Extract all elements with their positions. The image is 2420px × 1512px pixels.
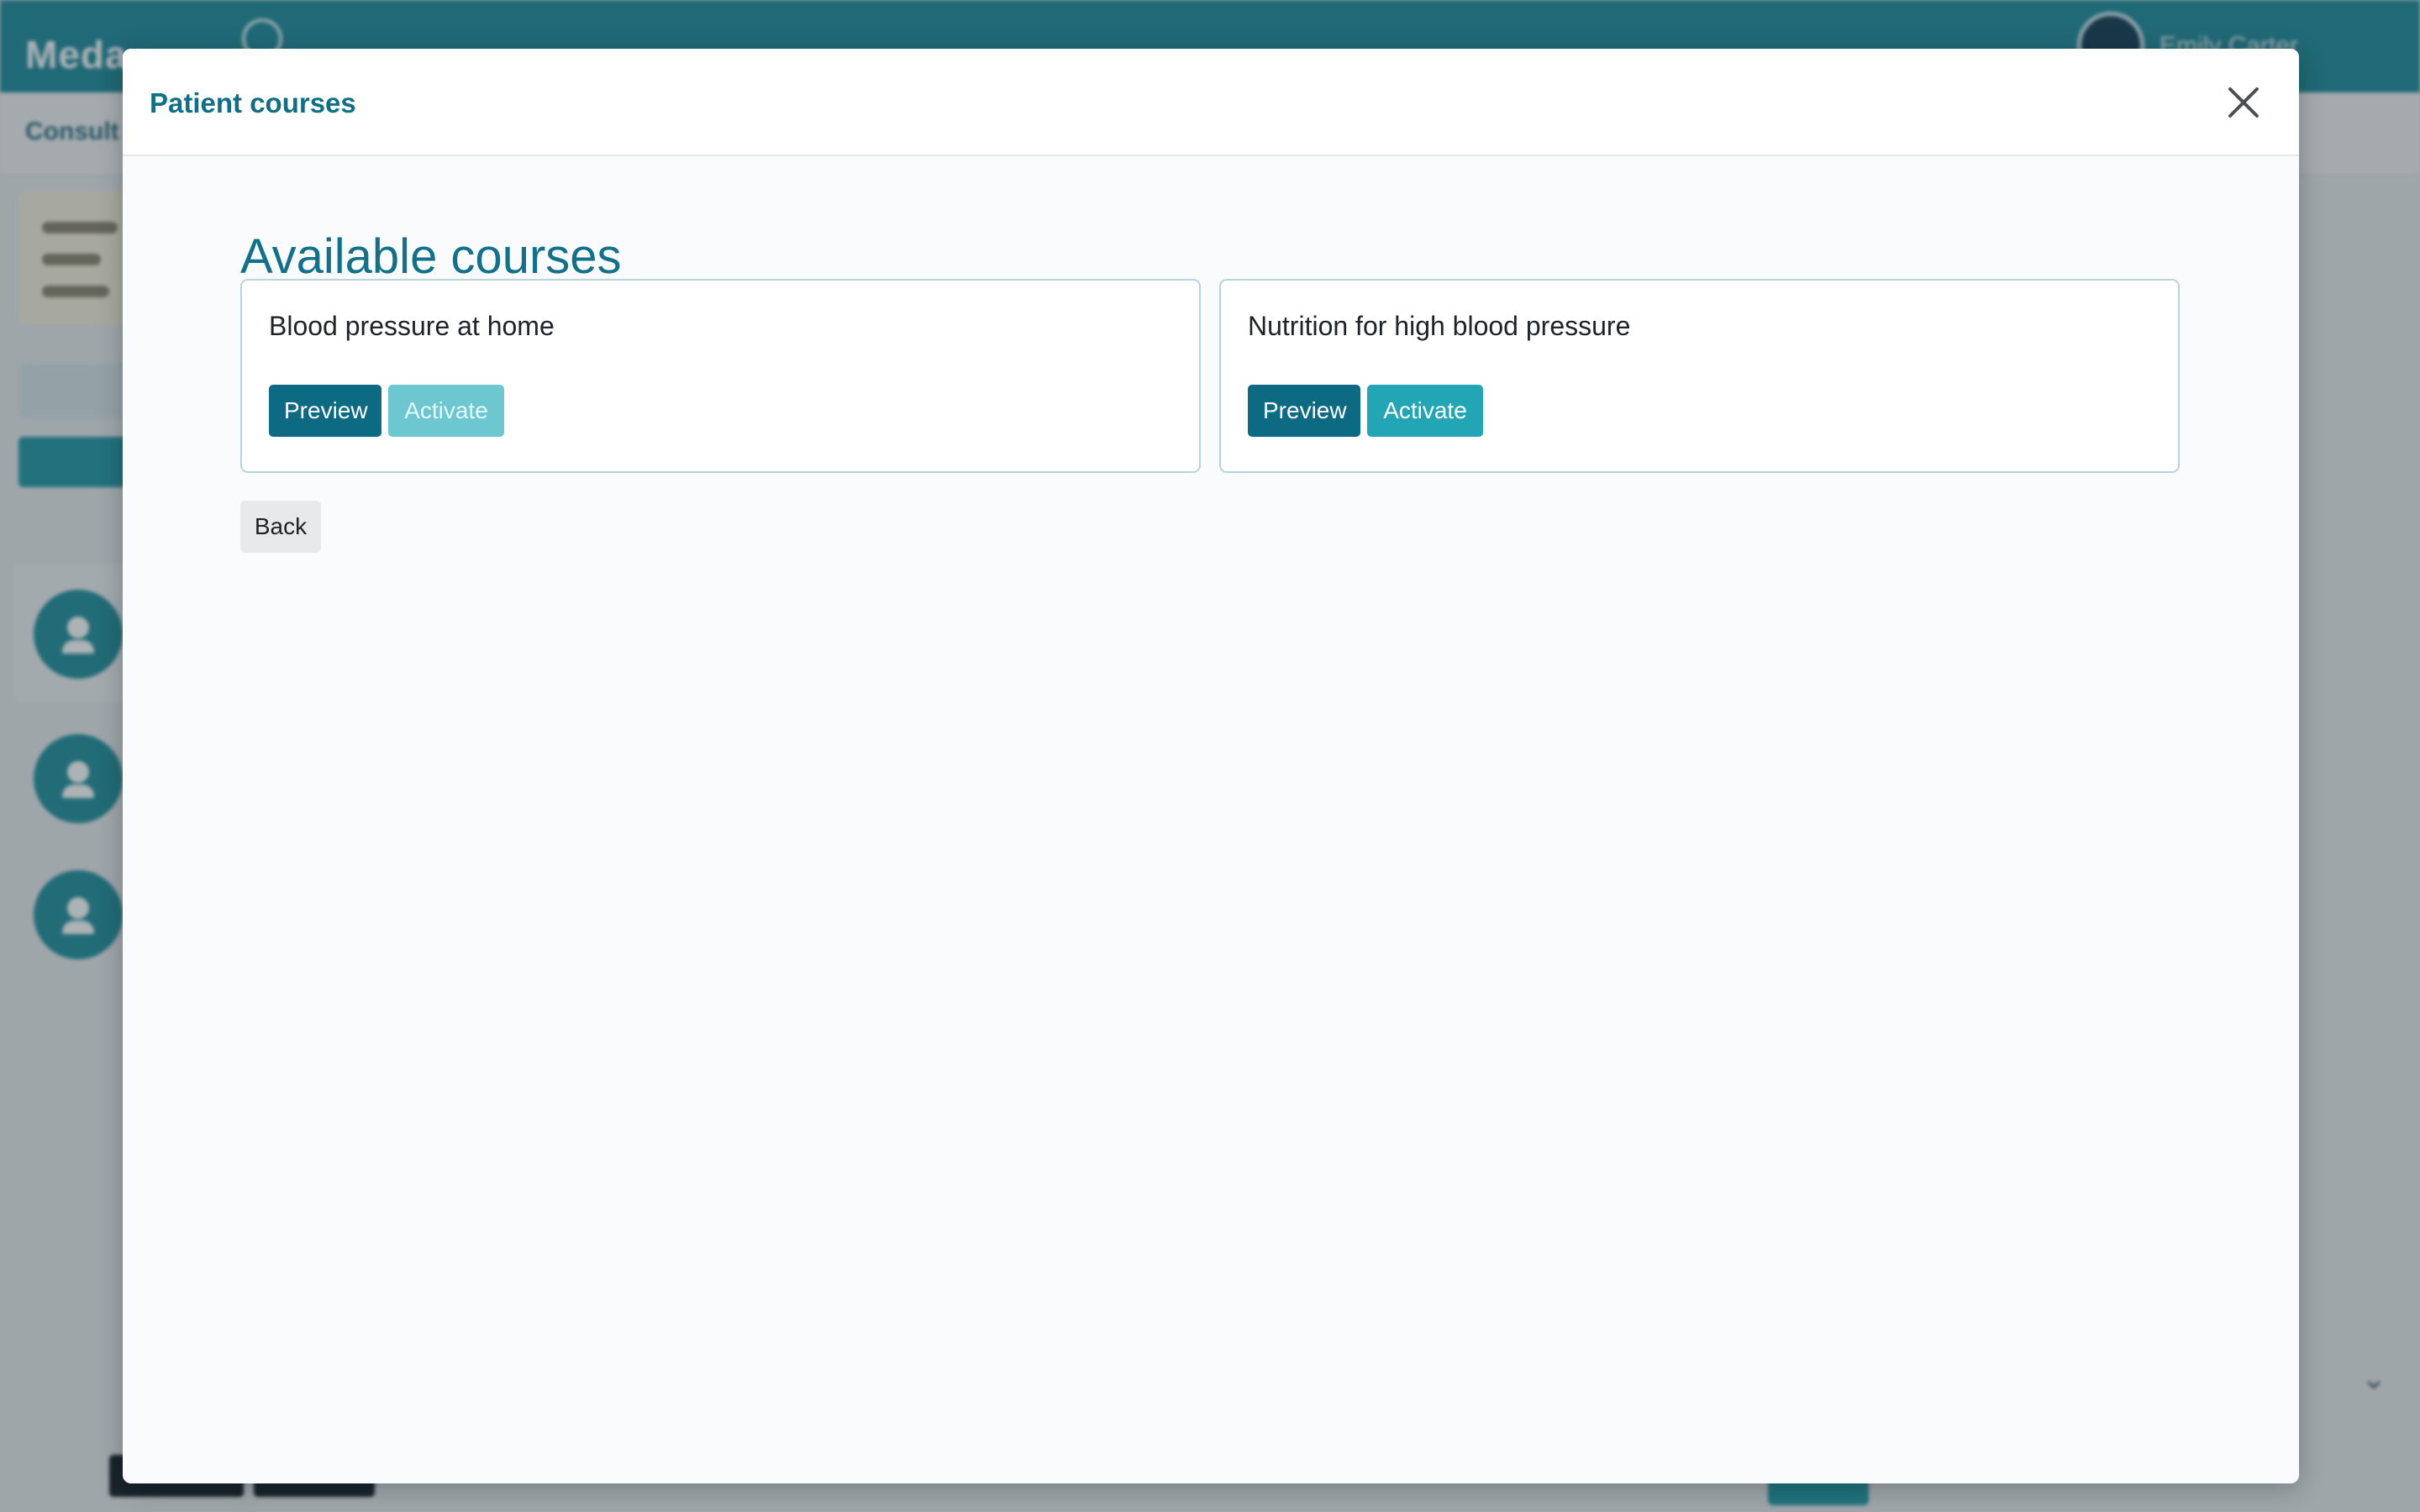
close-button[interactable]: [2220, 79, 2267, 126]
course-card: Blood pressure at home Preview Activate: [240, 279, 1201, 473]
section-title: Available courses: [240, 229, 622, 284]
close-icon: [2228, 87, 2259, 118]
patient-courses-modal: Patient courses Available courses Blood …: [123, 49, 2299, 1483]
modal-header: Patient courses: [123, 49, 2299, 156]
modal-title: Patient courses: [150, 87, 356, 118]
preview-button[interactable]: Preview: [269, 385, 381, 437]
course-name: Nutrition for high blood pressure: [1248, 311, 1631, 341]
activate-button: Activate: [388, 385, 504, 437]
course-card: Nutrition for high blood pressure Previe…: [1219, 279, 2180, 473]
back-button[interactable]: Back: [240, 501, 321, 553]
preview-button[interactable]: Preview: [1248, 385, 1360, 437]
course-name: Blood pressure at home: [269, 311, 555, 341]
activate-button[interactable]: Activate: [1367, 385, 1483, 437]
